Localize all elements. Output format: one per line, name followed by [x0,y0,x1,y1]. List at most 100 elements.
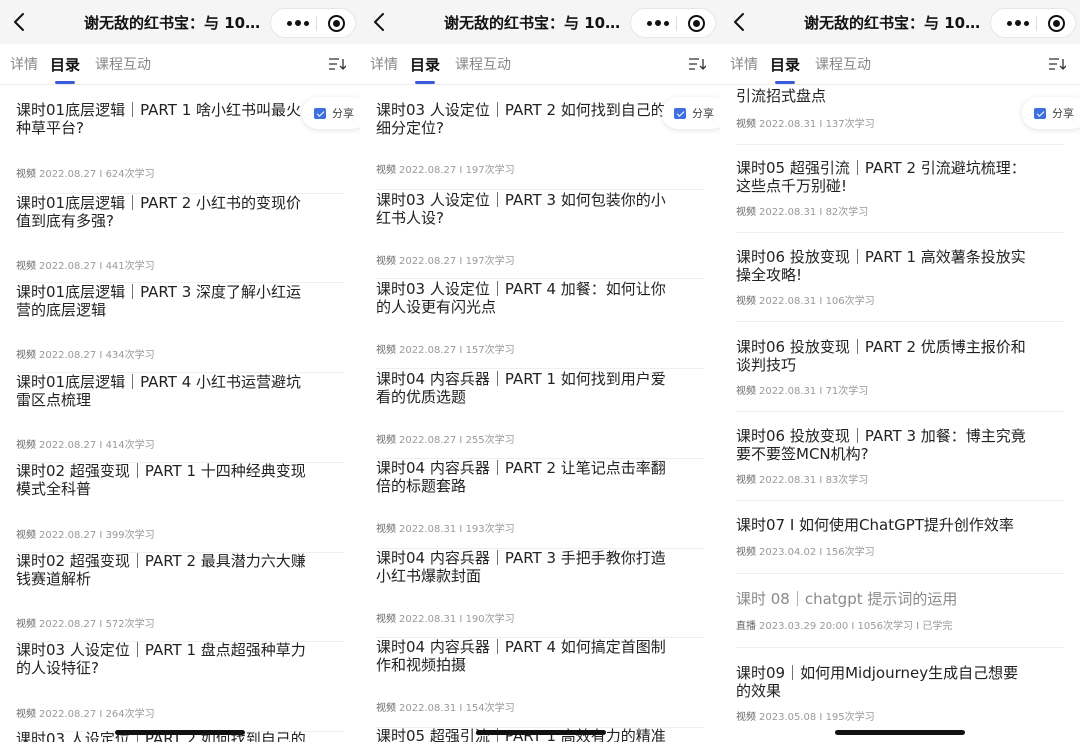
share-label: 分享 [692,107,714,120]
mini-program-capsule [990,8,1076,38]
back-arrow-icon[interactable] [10,10,30,34]
lesson-title: 课时01底层逻辑｜PART 2 小红书的变现价值到底有多强? [16,194,302,230]
lesson-type: 视频 [736,475,756,486]
sort-icon[interactable] [328,56,346,72]
lesson-type: 视频 [16,440,36,451]
tab-details[interactable]: 详情 [10,54,38,74]
phone-screen-1: 谢无敌的红书宝：与 1000... 详情 目录 课程互动 课时01底层逻辑｜PA… [0,0,360,742]
lesson-title: 课时04 内容兵器｜PART 1 如何找到用户爱看的优质选题 [376,370,666,406]
tab-details[interactable]: 详情 [370,54,398,74]
nav-bar: 谢无敌的红书宝：与 1000... [0,0,360,44]
lesson-meta: 2022.08.31 I 137次学习 [759,119,875,130]
lesson-type: 视频 [376,524,396,535]
lesson-title: 课时03 人设定位｜PART 1 盘点超强种草力的人设特征? [16,641,306,677]
phone-screen-2: 谢无敌的红书宝：与 1000... 详情 目录 课程互动 课时03 人设定位｜P… [360,0,720,742]
more-icon[interactable] [645,9,671,37]
lesson-meta: 2022.08.31 I 154次学习 [399,703,515,714]
lesson-meta: 2022.08.31 I 193次学习 [399,524,515,535]
lesson-meta: 2023.04.02 I 156次学习 [759,547,875,558]
back-arrow-icon[interactable] [370,10,390,34]
lesson-title: 课时01底层逻辑｜PART 4 小红书运营避坑雷区点梳理 [16,373,302,409]
lesson-meta: 2023.03.29 20:00 I 1056次学习 I 已学完 [759,621,953,632]
lesson-meta: 2022.08.27 I 624次学习 [39,169,155,180]
lesson-type: 视频 [736,207,756,218]
share-button[interactable]: 分享 [662,97,720,129]
lesson-type: 视频 [376,435,396,446]
nav-bar: 谢无敌的红书宝：与 1000... [720,0,1080,44]
share-icon [674,108,686,119]
lesson-title: 课时04 内容兵器｜PART 4 如何搞定首图制作和视频拍摄 [376,638,666,674]
lesson-type: 视频 [16,350,36,361]
lesson-type: 视频 [376,614,396,625]
more-icon[interactable] [285,9,311,37]
share-icon [314,108,326,119]
lesson-type: 视频 [736,547,756,558]
lesson-title: 课时06 投放变现｜PART 1 高效薯条投放实操全攻略! [736,248,1026,284]
lesson-type: 视频 [376,703,396,714]
lesson-meta: 2022.08.31 I 71次学习 [759,386,869,397]
share-label: 分享 [332,107,354,120]
tab-bar: 详情 目录 课程互动 [360,44,720,85]
lesson-title: 课时03 人设定位｜PART 4 加餐：如何让你的人设更有闪光点 [376,280,666,316]
tab-interaction[interactable]: 课程互动 [815,54,871,74]
lesson-type: 视频 [376,345,396,356]
lesson-meta: 2022.08.27 I 197次学习 [399,165,515,176]
lesson-title: 课时03 人设定位｜PART 2 如何找到自己的细分定位? [376,101,666,137]
page-title: 谢无敌的红书宝：与 1000... [804,14,988,32]
tab-catalog[interactable]: 目录 [770,54,800,75]
lesson-meta: 2022.08.31 I 190次学习 [399,614,515,625]
active-tab-indicator [775,81,795,84]
lesson-meta: 2022.08.27 I 414次学习 [39,440,155,451]
lesson-meta: 2022.08.27 I 157次学习 [399,345,515,356]
lesson-title: 课时06 投放变现｜PART 3 加餐：博主究竟要不要签MCN机构? [736,427,1026,463]
share-button[interactable]: 分享 [302,97,360,129]
lesson-title: 课时02 超强变现｜PART 1 十四种经典变现模式全科普 [16,462,306,498]
lesson-title: 课时01底层逻辑｜PART 3 深度了解小红运营的底层逻辑 [16,283,302,319]
lesson-type: 视频 [736,296,756,307]
lesson-meta: 2022.08.27 I 399次学习 [39,530,155,541]
tab-interaction[interactable]: 课程互动 [455,54,511,74]
lesson-type: 视频 [16,530,36,541]
lesson-type: 视频 [736,712,756,723]
home-indicator [476,730,606,735]
more-icon[interactable] [1005,9,1031,37]
sort-icon[interactable] [688,56,706,72]
sort-icon[interactable] [1048,56,1066,72]
active-tab-indicator [415,81,435,84]
lesson-type: 视频 [376,256,396,267]
close-target-icon[interactable] [688,15,705,32]
back-arrow-icon[interactable] [730,10,750,34]
lesson-type: 视频 [16,709,36,720]
lesson-meta: 2022.08.31 I 106次学习 [759,296,875,307]
close-target-icon[interactable] [1048,15,1065,32]
home-indicator [835,730,965,735]
lesson-type: 视频 [736,386,756,397]
lesson-title: 课时04 内容兵器｜PART 2 让笔记点击率翻倍的标题套路 [376,459,666,495]
lesson-title: 课时03 人设定位｜PART 3 如何包装你的小红书人设? [376,191,666,227]
lesson-type: 视频 [16,169,36,180]
lesson-meta: 2022.08.27 I 434次学习 [39,350,155,361]
lesson-title: 课时06 投放变现｜PART 2 优质博主报价和谈判技巧 [736,338,1026,374]
tab-details[interactable]: 详情 [730,54,758,74]
page-title: 谢无敌的红书宝：与 1000... [84,14,268,32]
lesson-meta: 2022.08.27 I 255次学习 [399,435,515,446]
lesson-meta: 2022.08.31 I 83次学习 [759,475,869,486]
active-tab-indicator [55,81,75,84]
mini-program-capsule [630,8,716,38]
mini-program-capsule [270,8,356,38]
tab-interaction[interactable]: 课程互动 [95,54,151,74]
lesson-meta: 2022.08.27 I 572次学习 [39,619,155,630]
tab-catalog[interactable]: 目录 [50,54,80,75]
lesson-meta: 2022.08.27 I 264次学习 [39,709,155,720]
lesson-title: 引流招式盘点 [736,87,827,105]
lesson-meta: 2022.08.27 I 441次学习 [39,261,155,272]
lesson-title: 课时04 内容兵器｜PART 3 手把手教你打造小红书爆款封面 [376,549,666,585]
lesson-type: 直播 [736,621,756,632]
phone-screen-3: 谢无敌的红书宝：与 1000... 详情 目录 课程互动 引流招式盘点 视频 20… [720,0,1080,742]
page-title: 谢无敌的红书宝：与 1000... [444,14,628,32]
close-target-icon[interactable] [328,15,345,32]
share-button[interactable]: 分享 [1022,97,1080,129]
nav-bar: 谢无敌的红书宝：与 1000... [360,0,720,44]
lesson-type: 视频 [376,165,396,176]
tab-catalog[interactable]: 目录 [410,54,440,75]
